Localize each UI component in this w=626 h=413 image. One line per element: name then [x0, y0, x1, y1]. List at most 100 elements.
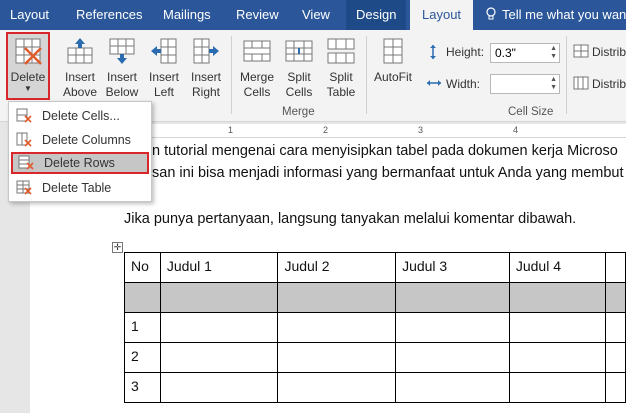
- table-cell[interactable]: Judul 2: [277, 252, 397, 283]
- table-row[interactable]: 1: [124, 312, 626, 343]
- group-label-cell-size: Cell Size: [508, 106, 554, 118]
- tab-references[interactable]: References: [76, 0, 142, 30]
- spinner-arrows-icon[interactable]: ▲ ▼: [550, 76, 557, 92]
- insert-above-label: Insert Above: [62, 70, 98, 99]
- insert-right-button[interactable]: Insert Right: [185, 34, 227, 102]
- merge-cells-icon: [243, 40, 271, 62]
- width-input[interactable]: ▲ ▼: [490, 74, 560, 94]
- table-cell[interactable]: [277, 342, 397, 373]
- tell-me-box[interactable]: Tell me what you want: [486, 0, 626, 30]
- delete-columns-icon: [16, 132, 32, 147]
- tab-review[interactable]: Review: [236, 0, 279, 30]
- table-move-handle-icon[interactable]: ✛: [112, 242, 123, 253]
- distribute-rows-button[interactable]: Distrib: [592, 45, 626, 59]
- table-cell[interactable]: [605, 372, 626, 403]
- table-cell[interactable]: Judul 1: [159, 252, 279, 283]
- group-divider: [566, 36, 567, 114]
- tab-layout-page[interactable]: Layout: [10, 0, 49, 30]
- table-cell[interactable]: [159, 312, 279, 343]
- table-cell[interactable]: [159, 282, 279, 313]
- table-row-selected[interactable]: [124, 282, 626, 313]
- table-cell[interactable]: Judul 3: [395, 252, 510, 283]
- insert-below-button[interactable]: Insert Below: [101, 34, 143, 102]
- insert-below-label: Insert Below: [105, 70, 139, 99]
- bulb-icon: [486, 7, 496, 20]
- delete-table-label: Delete Table: [42, 181, 112, 195]
- insert-right-label: Insert Right: [190, 70, 221, 99]
- ribbon-tab-bar: Layout References Mailings Review View D…: [0, 0, 626, 30]
- merge-cells-label: Merge Cells: [239, 70, 274, 99]
- table-cell[interactable]: [277, 312, 397, 343]
- insert-right-icon: [193, 38, 219, 64]
- tab-mailings[interactable]: Mailings: [163, 0, 211, 30]
- delete-columns-label: Delete Columns: [42, 133, 131, 147]
- tell-me-text: Tell me what you want: [502, 7, 626, 22]
- table-cell[interactable]: 2: [124, 342, 161, 373]
- table-row[interactable]: 3: [124, 372, 626, 403]
- insert-below-icon: [109, 38, 135, 64]
- width-label: Width:: [446, 77, 481, 91]
- merge-cells-button[interactable]: Merge Cells: [236, 34, 278, 102]
- distribute-columns-button[interactable]: Distrib: [592, 77, 626, 91]
- table-cell[interactable]: [508, 312, 607, 343]
- ruler-mark: 3: [418, 125, 424, 135]
- table-cell[interactable]: [605, 312, 626, 343]
- table-cell[interactable]: [395, 342, 510, 373]
- width-icon: [427, 80, 441, 86]
- table-cell[interactable]: [159, 372, 279, 403]
- delete-rows-label: Delete Rows: [44, 156, 115, 170]
- height-input[interactable]: 0.3" ▲ ▼: [490, 43, 560, 63]
- insert-left-icon: [151, 38, 177, 64]
- table-cell[interactable]: Judul 4: [508, 252, 607, 283]
- group-label-merge: Merge: [282, 106, 315, 118]
- table-cell[interactable]: [395, 282, 510, 313]
- table-cell[interactable]: [159, 342, 279, 373]
- table-cell[interactable]: [277, 372, 397, 403]
- table-cell[interactable]: 3: [124, 372, 161, 403]
- delete-columns-menu-item[interactable]: Delete Columns: [11, 129, 149, 151]
- insert-left-label: Insert Left: [148, 70, 179, 99]
- table-cell[interactable]: [508, 342, 607, 373]
- delete-cells-icon: [16, 108, 32, 123]
- table-row[interactable]: No Judul 1 Judul 2 Judul 3 Judul 4: [124, 252, 626, 283]
- delete-cells-menu-item[interactable]: Delete Cells...: [11, 105, 149, 127]
- height-label: Height:: [446, 45, 485, 59]
- delete-table-menu-icon: [16, 180, 32, 195]
- split-table-icon: [327, 38, 355, 64]
- document-paragraph: n tutorial mengenai cara menyisipkan tab…: [152, 143, 618, 159]
- table-cell[interactable]: [124, 282, 161, 313]
- table-cell[interactable]: [508, 372, 607, 403]
- distribute-icon: [573, 44, 589, 58]
- autofit-button[interactable]: AutoFit: [370, 34, 416, 102]
- table-cell[interactable]: [605, 282, 626, 313]
- insert-above-button[interactable]: Insert Above: [59, 34, 101, 102]
- delete-rows-menu-item[interactable]: Delete Rows: [11, 152, 149, 174]
- table-cell[interactable]: No: [124, 252, 161, 283]
- delete-rows-icon: [18, 155, 34, 170]
- table-row[interactable]: 2: [124, 342, 626, 373]
- ruler-mark: 2: [323, 125, 329, 135]
- split-table-button[interactable]: Split Table: [320, 34, 362, 102]
- split-cells-icon: [285, 40, 313, 62]
- tab-table-layout[interactable]: Layout: [410, 0, 474, 30]
- delete-table-menu-item[interactable]: Delete Table: [11, 177, 149, 199]
- insert-above-icon: [67, 38, 93, 64]
- split-cells-button[interactable]: Split Cells: [278, 34, 320, 102]
- table-cell[interactable]: [508, 282, 607, 313]
- ruler-mark: 1: [228, 125, 234, 135]
- table-cell[interactable]: [395, 372, 510, 403]
- table-cell[interactable]: [277, 282, 397, 313]
- spinner-arrows-icon[interactable]: ▲ ▼: [550, 45, 557, 61]
- table-cell[interactable]: [605, 252, 626, 283]
- autofit-label: AutoFit: [373, 70, 412, 84]
- table-cell[interactable]: [395, 312, 510, 343]
- tab-table-design[interactable]: Design: [346, 0, 407, 30]
- document-table[interactable]: No Judul 1 Judul 2 Judul 3 Judul 4 1 2 3: [124, 252, 626, 403]
- delete-button[interactable]: Delete ▼: [6, 32, 50, 100]
- insert-left-button[interactable]: Insert Left: [143, 34, 185, 102]
- tab-view[interactable]: View: [302, 0, 330, 30]
- chevron-down-icon: ▼: [24, 84, 32, 93]
- table-cell[interactable]: 1: [124, 312, 161, 343]
- table-cell[interactable]: [605, 342, 626, 373]
- document-paragraph: Jika punya pertanyaan, langsung tanyakan…: [124, 211, 577, 227]
